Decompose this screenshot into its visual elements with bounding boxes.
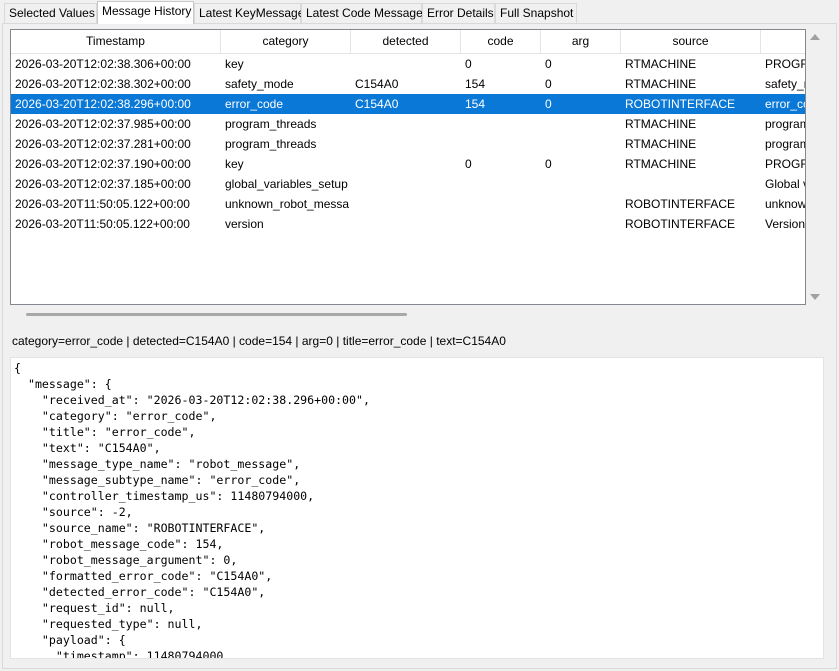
table-cell: 2026-03-20T12:02:38.306+00:00	[15, 57, 191, 71]
table-cell: global_variables_setup	[225, 177, 348, 191]
table-header: Timestamp category detected code arg source	[11, 30, 805, 54]
table-cell: 2026-03-20T12:02:37.985+00:00	[15, 117, 191, 131]
table-cell: 154	[465, 97, 486, 111]
table-cell: ROBOTINTERFACE	[625, 97, 736, 111]
table-cell: C154A0	[355, 77, 399, 91]
table-row[interactable]: 2026-03-20T12:02:38.302+00:00 safety_mode…	[11, 74, 806, 94]
selected-message-summary: category=error_code | detected=C154A0 | …	[12, 334, 506, 348]
scroll-down-icon[interactable]	[810, 294, 820, 300]
table-cell: unknow	[765, 197, 806, 211]
column-header-detected[interactable]: detected	[351, 30, 461, 53]
message-history-table[interactable]: Timestamp category detected code arg source 2…	[10, 29, 806, 305]
table-row[interactable]: 2026-03-20T12:02:37.281+00:00 program_thr…	[11, 134, 806, 154]
scroll-up-icon[interactable]	[810, 34, 820, 40]
tab-selected-values[interactable]: Selected Values	[4, 3, 97, 23]
column-header-source[interactable]: source	[621, 30, 761, 53]
table-cell: Global v	[765, 177, 806, 191]
table-cell: RTMACHINE	[625, 57, 697, 71]
table-vertical-scrollbar[interactable]	[806, 29, 823, 305]
table-cell: RTMACHINE	[625, 137, 697, 151]
table-cell: RTMACHINE	[625, 77, 697, 91]
table-cell: 2026-03-20T12:02:37.185+00:00	[15, 177, 191, 191]
table-cell: RTMACHINE	[625, 157, 697, 171]
table-cell: safety_mode	[225, 77, 294, 91]
table-cell: 154	[465, 77, 486, 91]
table-horizontal-scrollbar-thumb[interactable]	[26, 313, 407, 316]
tab-error-details[interactable]: Error Details	[422, 3, 495, 23]
table-cell: program_threads	[225, 117, 317, 131]
table-cell: 2026-03-20T11:50:05.122+00:00	[15, 217, 190, 231]
tab-message-history[interactable]: Message History	[97, 1, 194, 24]
table-cell: error_co	[765, 97, 806, 111]
table-row[interactable]: 2026-03-20T12:02:38.306+00:00 key 0 0 RTMACH…	[11, 54, 805, 74]
column-header-category[interactable]: category	[221, 30, 351, 53]
table-cell: 0	[545, 77, 552, 91]
table-cell: key	[225, 157, 244, 171]
table-row[interactable]: 2026-03-20T12:02:37.190+00:00 key 0 0 RTMACH…	[11, 154, 805, 174]
message-detail-panel[interactable]: { "message": { "received_at": "2026-03-2…	[10, 357, 824, 659]
table-cell: 2026-03-20T12:02:37.281+00:00	[15, 137, 191, 151]
table-row[interactable]: 2026-03-20T12:02:37.185+00:00 global_vari…	[11, 174, 806, 194]
tab-bar: Selected Values Message History Latest Key…	[0, 0, 839, 24]
tab-latest-keymessage[interactable]: Latest KeyMessage	[194, 3, 304, 23]
table-cell: version	[225, 217, 264, 231]
message-detail-json: { "message": { "received_at": "2026-03-2…	[14, 361, 370, 659]
table-cell: error_code	[225, 97, 284, 111]
table-cell: 2026-03-20T12:02:37.190+00:00	[15, 157, 191, 171]
table-cell: 0	[545, 157, 552, 171]
table-row[interactable]: 2026-03-20T12:02:38.296+00:00 error_code C…	[11, 94, 806, 114]
table-cell: safety_r	[765, 77, 806, 91]
table-cell: ROBOTINTERFACE	[625, 197, 736, 211]
table-cell: program	[765, 137, 806, 151]
table-row[interactable]: 2026-03-20T12:02:37.985+00:00 program_thr…	[11, 114, 806, 134]
table-cell: unknown_robot_messa	[225, 197, 350, 211]
table-cell: 0	[545, 57, 552, 71]
table-body: 2026-03-20T12:02:38.306+00:00 key 0 0 RTMACH…	[11, 54, 806, 234]
table-cell: C154A0	[355, 97, 399, 111]
table-cell: program_threads	[225, 137, 317, 151]
table-cell: 2026-03-20T11:50:05.122+00:00	[15, 197, 190, 211]
tab-full-snapshot[interactable]: Full Snapshot	[495, 3, 577, 23]
column-header-code[interactable]: code	[461, 30, 541, 53]
table-row[interactable]: 2026-03-20T11:50:05.122+00:00 unknown_rob…	[11, 194, 806, 214]
table-cell: 2026-03-20T12:02:38.296+00:00	[15, 97, 191, 111]
table-cell: 0	[545, 97, 552, 111]
table-cell: ROBOTINTERFACE	[625, 217, 736, 231]
table-row[interactable]: 2026-03-20T11:50:05.122+00:00 version ROBO…	[11, 214, 806, 234]
table-cell: PROGRA	[765, 157, 805, 171]
table-cell: 0	[465, 57, 472, 71]
column-header-overflow[interactable]	[761, 30, 805, 53]
table-cell: 2026-03-20T12:02:38.302+00:00	[15, 77, 191, 91]
table-cell: 0	[465, 157, 472, 171]
column-header-arg[interactable]: arg	[541, 30, 621, 53]
column-header-timestamp[interactable]: Timestamp	[11, 30, 221, 53]
table-cell: PROGRA	[765, 57, 805, 71]
table-cell: program	[765, 117, 806, 131]
table-cell: key	[225, 57, 244, 71]
table-cell: Version	[765, 217, 806, 231]
tab-latest-code-message[interactable]: Latest Code Message	[301, 3, 423, 23]
table-cell: RTMACHINE	[625, 117, 697, 131]
